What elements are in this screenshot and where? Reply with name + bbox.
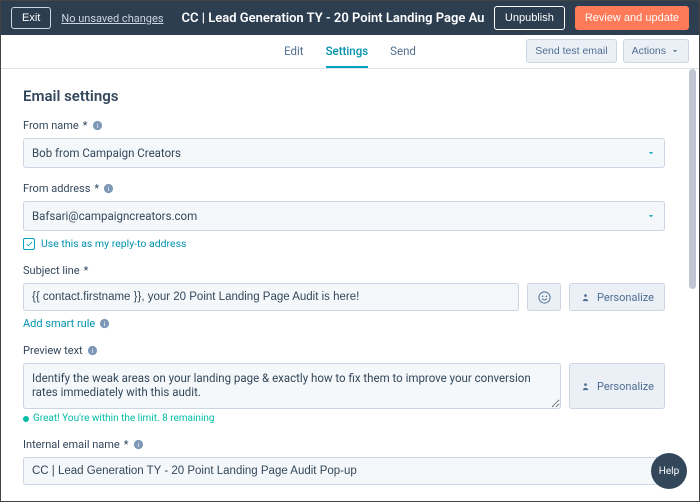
personalize-label: Personalize bbox=[597, 291, 654, 304]
reply-to-checkbox[interactable] bbox=[23, 238, 35, 250]
from-address-value: Bafsari@campaigncreators.com bbox=[32, 209, 197, 223]
field-preview: Preview text i Identify the weak areas o… bbox=[23, 344, 665, 424]
smile-icon bbox=[537, 290, 552, 305]
preview-personalize-button[interactable]: Personalize bbox=[569, 363, 665, 409]
chevron-down-icon bbox=[646, 211, 656, 221]
from-name-select[interactable]: Bob from Campaign Creators bbox=[23, 138, 665, 168]
from-address-select[interactable]: Bafsari@campaigncreators.com bbox=[23, 201, 665, 231]
review-update-button[interactable]: Review and update bbox=[575, 6, 689, 30]
tabs-row: Edit Settings Send Send test email Actio… bbox=[1, 35, 699, 69]
unpublish-button[interactable]: Unpublish bbox=[494, 6, 565, 30]
check-icon bbox=[25, 239, 34, 248]
help-button[interactable]: Help bbox=[651, 453, 687, 489]
person-icon bbox=[580, 381, 591, 392]
tab-send[interactable]: Send bbox=[390, 35, 416, 68]
preview-textarea[interactable]: Identify the weak areas on your landing … bbox=[23, 363, 561, 409]
page-title: CC | Lead Generation TY - 20 Point Landi… bbox=[182, 11, 484, 26]
from-name-label: From name bbox=[23, 119, 79, 132]
scrollbar-track[interactable] bbox=[689, 69, 696, 495]
subscription-label: Subscription type bbox=[23, 499, 108, 501]
scrollbar-thumb[interactable] bbox=[689, 69, 696, 289]
actions-label: Actions bbox=[632, 45, 666, 57]
top-bar: Exit No unsaved changes CC | Lead Genera… bbox=[1, 1, 699, 35]
reply-to-label: Use this as my reply-to address bbox=[41, 237, 186, 250]
preview-label: Preview text bbox=[23, 344, 83, 357]
from-address-label: From address bbox=[23, 182, 90, 195]
actions-dropdown[interactable]: Actions bbox=[623, 39, 689, 63]
info-icon: i bbox=[99, 318, 110, 329]
chevron-down-icon bbox=[646, 148, 656, 158]
info-icon[interactable]: i bbox=[133, 439, 144, 450]
subject-personalize-button[interactable]: Personalize bbox=[569, 283, 665, 311]
tab-settings[interactable]: Settings bbox=[326, 35, 369, 68]
emoji-button[interactable] bbox=[527, 283, 561, 311]
person-icon bbox=[580, 292, 591, 303]
preview-hint: Great! You're within the limit. 8 remain… bbox=[23, 413, 665, 424]
field-internal-name: Internal email name* i bbox=[23, 438, 665, 485]
exit-button[interactable]: Exit bbox=[11, 7, 51, 29]
unsaved-status[interactable]: No unsaved changes bbox=[61, 12, 163, 25]
info-icon[interactable]: i bbox=[87, 345, 98, 356]
field-subscription: Subscription type* i Webinars & Premium … bbox=[23, 499, 665, 501]
section-heading: Email settings bbox=[23, 87, 665, 105]
subject-label: Subject line bbox=[23, 264, 80, 277]
reply-to-checkbox-row[interactable]: Use this as my reply-to address bbox=[23, 237, 665, 250]
settings-scroll[interactable]: Email settings From name* i Bob from Cam… bbox=[1, 69, 687, 501]
field-subject: Subject line* Personalize Add smart rule… bbox=[23, 264, 665, 330]
subject-input[interactable] bbox=[23, 283, 519, 311]
internal-label: Internal email name bbox=[23, 438, 120, 451]
internal-name-input[interactable] bbox=[23, 457, 665, 485]
page-title-text: CC | Lead Generation TY - 20 Point Landi… bbox=[182, 11, 484, 26]
personalize-label: Personalize bbox=[597, 380, 654, 393]
from-name-value: Bob from Campaign Creators bbox=[32, 146, 181, 160]
add-smart-rule-link[interactable]: Add smart rule i bbox=[23, 317, 110, 330]
field-from-address: From address* i Bafsari@campaigncreators… bbox=[23, 182, 665, 250]
info-icon[interactable]: i bbox=[103, 183, 114, 194]
tab-edit[interactable]: Edit bbox=[284, 35, 303, 68]
chevron-down-icon bbox=[670, 46, 680, 56]
send-test-email-button[interactable]: Send test email bbox=[526, 39, 616, 63]
field-from-name: From name* i Bob from Campaign Creators bbox=[23, 119, 665, 168]
info-icon[interactable]: i bbox=[121, 500, 132, 501]
info-icon[interactable]: i bbox=[92, 120, 103, 131]
